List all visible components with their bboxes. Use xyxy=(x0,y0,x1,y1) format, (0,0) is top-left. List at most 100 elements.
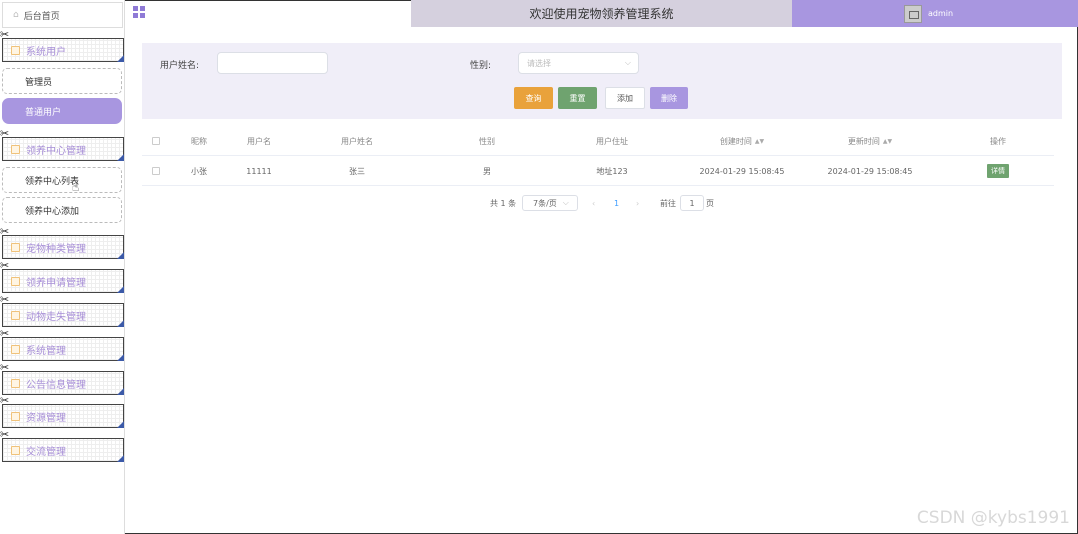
username-label: admin xyxy=(928,9,954,18)
menu-icon xyxy=(11,276,20,286)
sidebar-group-label: 公告信息管理 xyxy=(26,379,86,391)
sidebar-group-label: 宠物种类管理 xyxy=(26,243,86,255)
sidebar-group-resources[interactable]: ✂ 资源管理 xyxy=(0,395,124,428)
page-title: 欢迎使用宠物领养管理系统 xyxy=(411,0,792,27)
menu-icon xyxy=(11,242,20,252)
col-gender: 性别 xyxy=(479,136,495,146)
sidebar-item-label: 普通用户 xyxy=(25,107,62,118)
sidebar-group-label: 系统用户 xyxy=(26,46,66,58)
binder-clip-icon: ✂ xyxy=(0,259,10,272)
page-size-select[interactable]: 7条/页 ⌵ xyxy=(522,195,578,211)
sidebar: ⌂ 后台首页 ✂ 系统用户 管理员 普通用户 ✂ 领养中心管理 领养中心列表 领… xyxy=(0,0,125,534)
col-updated[interactable]: 更新时间 ▲▼ xyxy=(810,126,930,156)
sidebar-group-label: 领养中心管理 xyxy=(26,145,86,157)
goto-suffix: 页 xyxy=(706,198,714,208)
cell-nickname: 小张 xyxy=(191,166,207,176)
row-checkbox[interactable] xyxy=(146,156,166,186)
col-address: 用户住址 xyxy=(596,136,628,146)
sidebar-group-label: 资源管理 xyxy=(26,412,66,424)
menu-icon xyxy=(11,144,20,154)
delete-button[interactable]: 删除 xyxy=(650,87,688,109)
sidebar-group-adoption-requests[interactable]: ✂ 领养申请管理 xyxy=(0,260,124,293)
sidebar-group-announcements[interactable]: ✂ 公告信息管理 xyxy=(0,362,124,395)
col-realname: 用户姓名 xyxy=(341,136,373,146)
cell-updated: 2024-01-29 15:08:45 xyxy=(827,166,913,176)
sidebar-group-label: 交流管理 xyxy=(26,446,66,458)
user-icon xyxy=(11,45,20,55)
search-panel: 用户姓名: 性别: 请选择 ⌵ 查询 重置 添加 删除 xyxy=(142,43,1062,119)
sidebar-group-label: 领养申请管理 xyxy=(26,277,86,289)
info-icon xyxy=(11,378,20,388)
cell-realname: 张三 xyxy=(349,166,365,176)
cell-address: 地址123 xyxy=(596,166,628,176)
sidebar-item-label: 领养中心列表 xyxy=(25,176,80,187)
chevron-down-icon: ⌵ xyxy=(562,198,569,207)
sidebar-item-home[interactable]: ⌂ 后台首页 xyxy=(2,2,123,28)
cell-action: 详情 xyxy=(962,156,1034,186)
binder-clip-icon: ✂ xyxy=(0,361,10,374)
sidebar-item-normal-users[interactable]: 普通用户 xyxy=(2,98,122,124)
sidebar-group-adoption-center[interactable]: ✂ 领养中心管理 xyxy=(0,128,124,161)
menu-icon xyxy=(11,344,20,354)
grid-menu-icon[interactable] xyxy=(133,6,145,18)
reset-button[interactable]: 重置 xyxy=(558,87,597,109)
next-page-icon[interactable]: › xyxy=(636,195,639,211)
detail-button[interactable]: 详情 xyxy=(987,164,1009,178)
gender-label: 性别: xyxy=(470,61,492,71)
sidebar-group-label: 系统管理 xyxy=(26,345,66,357)
col-created[interactable]: 创建时间 ▲▼ xyxy=(682,126,802,156)
name-label: 用户姓名: xyxy=(160,61,200,71)
col-nickname: 昵称 xyxy=(191,136,207,146)
sidebar-group-communication[interactable]: ✂ 交流管理 xyxy=(0,429,124,462)
query-button[interactable]: 查询 xyxy=(514,87,553,109)
sidebar-item-label: 领养中心添加 xyxy=(25,206,80,217)
goto-page-input[interactable]: 1 xyxy=(680,195,704,211)
sidebar-item-label: 后台首页 xyxy=(23,11,60,22)
users-table: 昵称 用户名 用户姓名 性别 用户住址 创建时间 ▲▼ 更新时间 ▲▼ 操作 小张 … xyxy=(142,126,1054,186)
sort-icon: ▲▼ xyxy=(754,137,765,145)
home-icon: ⌂ xyxy=(13,10,19,20)
cell-gender: 男 xyxy=(483,166,491,176)
pagination-total: 共 1 条 xyxy=(490,198,517,208)
top-bar: 欢迎使用宠物领养管理系统 admin xyxy=(125,0,1078,27)
sidebar-group-pet-types[interactable]: ✂ 宠物种类管理 xyxy=(0,226,124,259)
binder-clip-icon: ✂ xyxy=(0,225,10,238)
sidebar-group-system-users[interactable]: ✂ 系统用户 xyxy=(0,29,124,62)
chevron-down-icon: ⌵ xyxy=(624,58,631,67)
binder-clip-icon: ✂ xyxy=(0,127,10,140)
table-row: 小张 11111 张三 男 地址123 2024-01-29 15:08:45 … xyxy=(142,156,1054,186)
binder-clip-icon: ✂ xyxy=(0,428,10,441)
add-button[interactable]: 添加 xyxy=(605,87,645,109)
sidebar-group-lost-animals[interactable]: ✂ 动物走失管理 xyxy=(0,294,124,327)
sidebar-group-system[interactable]: ✂ 系统管理 xyxy=(0,328,124,361)
table-header: 昵称 用户名 用户姓名 性别 用户住址 创建时间 ▲▼ 更新时间 ▲▼ 操作 xyxy=(142,126,1054,156)
binder-clip-icon: ✂ xyxy=(0,28,10,41)
location-icon xyxy=(11,411,20,421)
binder-clip-icon: ✂ xyxy=(0,293,10,306)
sort-icon: ▲▼ xyxy=(882,137,893,145)
cell-username: 11111 xyxy=(246,166,272,176)
page-number-current[interactable]: 1 xyxy=(614,195,619,211)
sidebar-item-adoption-add[interactable]: 领养中心添加 xyxy=(2,197,122,223)
binder-clip-icon: ✂ xyxy=(0,394,10,407)
name-input[interactable] xyxy=(217,52,328,74)
select-all-checkbox[interactable] xyxy=(146,126,166,156)
goto-prefix: 前往 xyxy=(660,198,676,208)
hand-cursor-icon: ☝ xyxy=(72,180,80,194)
avatar-icon xyxy=(904,4,922,23)
watermark: CSDN @kybs1991 xyxy=(916,508,1070,528)
sidebar-item-adoption-list[interactable]: 领养中心列表 xyxy=(2,167,122,193)
sidebar-item-admin[interactable]: 管理员 xyxy=(2,68,122,94)
binder-clip-icon: ✂ xyxy=(0,327,10,340)
menu-icon xyxy=(11,310,20,320)
gender-select[interactable]: 请选择 ⌵ xyxy=(518,52,639,74)
menu-icon xyxy=(11,445,20,455)
gender-select-placeholder: 请选择 xyxy=(527,58,551,68)
sidebar-item-label: 管理员 xyxy=(25,77,53,88)
sidebar-group-label: 动物走失管理 xyxy=(26,311,86,323)
cell-created: 2024-01-29 15:08:45 xyxy=(699,166,785,176)
prev-page-icon[interactable]: ‹ xyxy=(592,195,595,211)
col-username: 用户名 xyxy=(247,136,271,146)
user-menu[interactable]: admin xyxy=(792,0,1078,27)
col-action: 操作 xyxy=(990,136,1006,146)
